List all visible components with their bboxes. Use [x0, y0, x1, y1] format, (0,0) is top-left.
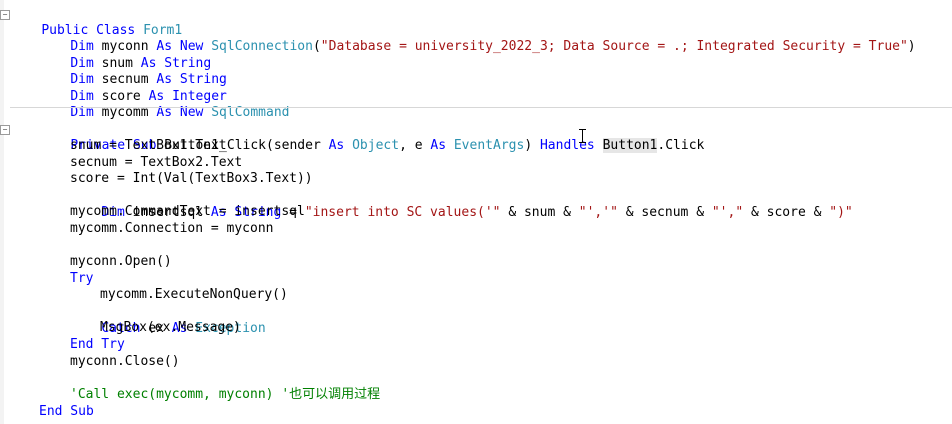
keyword: End Sub	[39, 404, 94, 419]
code-text: mycomm.ExecuteNonQuery()	[100, 287, 288, 302]
code-text: secnum = TextBox2.Text	[70, 155, 243, 170]
code-line[interactable]: Public Class Form1	[10, 6, 182, 38]
keyword: Try	[70, 271, 94, 286]
code-line[interactable]: Dim secnum As String	[39, 55, 227, 87]
code-editor[interactable]: − − Public Class Form1 Dim myconn As New…	[0, 0, 952, 424]
code-line[interactable]: myconn.Close()	[70, 354, 180, 371]
string-literal: "',"	[711, 204, 744, 220]
code-line[interactable]: Private Sub Button1_Click(sender As Obje…	[39, 121, 704, 153]
code-line[interactable]: mycomm.ExecuteNonQuery()	[100, 287, 288, 304]
collapse-toggle-icon[interactable]: −	[0, 125, 10, 135]
code-line[interactable]: 'Call exec(mycomm, myconn) '也可以调用过程	[70, 387, 380, 404]
code-text: , e	[399, 137, 431, 153]
string-literal: "insert into SC values('"	[304, 204, 501, 220]
code-line[interactable]: Dim score As Integer	[39, 72, 227, 104]
code-text: )	[524, 137, 540, 153]
keyword: As	[328, 137, 345, 153]
type-name: Object	[352, 137, 400, 153]
code-line[interactable]: mycomm.CommandText = insertsql	[70, 204, 305, 221]
code-text: )	[907, 38, 916, 54]
code-line[interactable]: secnum = TextBox2.Text	[70, 155, 242, 172]
code-text: MsgBox(ex.Message)	[100, 320, 241, 335]
code-text: & score &	[743, 204, 830, 220]
text-cursor-icon	[579, 129, 586, 143]
code-text: snum = TextBox1.Text	[70, 138, 227, 153]
code-line[interactable]: Dim insertsql As String = "insert into S…	[70, 188, 852, 220]
highlighted-symbol: Button1	[602, 137, 658, 153]
keyword: End Try	[70, 337, 125, 352]
code-line[interactable]: score = Int(Val(TextBox3.Text))	[70, 171, 313, 188]
type-name: SqlConnection	[211, 38, 313, 54]
code-line[interactable]: myconn.Open()	[70, 254, 172, 271]
code-line[interactable]: Dim mycomm As New SqlCommand	[39, 88, 289, 120]
comment: 'Call exec(mycomm, myconn) '也可以调用过程	[70, 387, 381, 402]
code-text: & secnum &	[617, 204, 712, 220]
code-text: & snum &	[500, 204, 579, 220]
code-line[interactable]: MsgBox(ex.Message)	[100, 320, 241, 337]
string-literal: "Database = university_2022_3; Data Sour…	[320, 38, 908, 54]
type-name: EventArgs	[453, 137, 525, 153]
code-text: mycomm.Connection = myconn	[70, 221, 274, 236]
string-literal: "','"	[578, 204, 618, 220]
code-line[interactable]: Catch ex As Exception	[70, 304, 265, 336]
keyword: Handles	[539, 137, 595, 153]
code-line[interactable]: mycomm.Connection = myconn	[70, 221, 274, 238]
method-separator	[10, 107, 952, 108]
code-line[interactable]: Try	[70, 271, 93, 288]
editor-gutter	[0, 0, 4, 424]
string-literal: ")"	[829, 204, 853, 220]
code-line[interactable]: End Sub	[39, 404, 94, 421]
code-text: myconn.Close()	[70, 354, 180, 369]
code-text: myconn.Open()	[70, 254, 172, 269]
collapse-toggle-icon[interactable]: −	[0, 10, 10, 20]
code-text: (	[312, 38, 321, 54]
code-line[interactable]: Dim snum As String	[39, 39, 211, 71]
code-text: mycomm.CommandText = insertsql	[70, 204, 305, 219]
code-text: score = Int(Val(TextBox3.Text))	[70, 171, 313, 186]
code-line[interactable]: Dim myconn As New SqlConnection("Databas…	[39, 22, 915, 54]
code-line[interactable]: End Try	[70, 337, 125, 354]
keyword: As	[430, 137, 447, 153]
code-line[interactable]: snum = TextBox1.Text	[70, 138, 227, 155]
code-text: .Click	[657, 137, 705, 153]
